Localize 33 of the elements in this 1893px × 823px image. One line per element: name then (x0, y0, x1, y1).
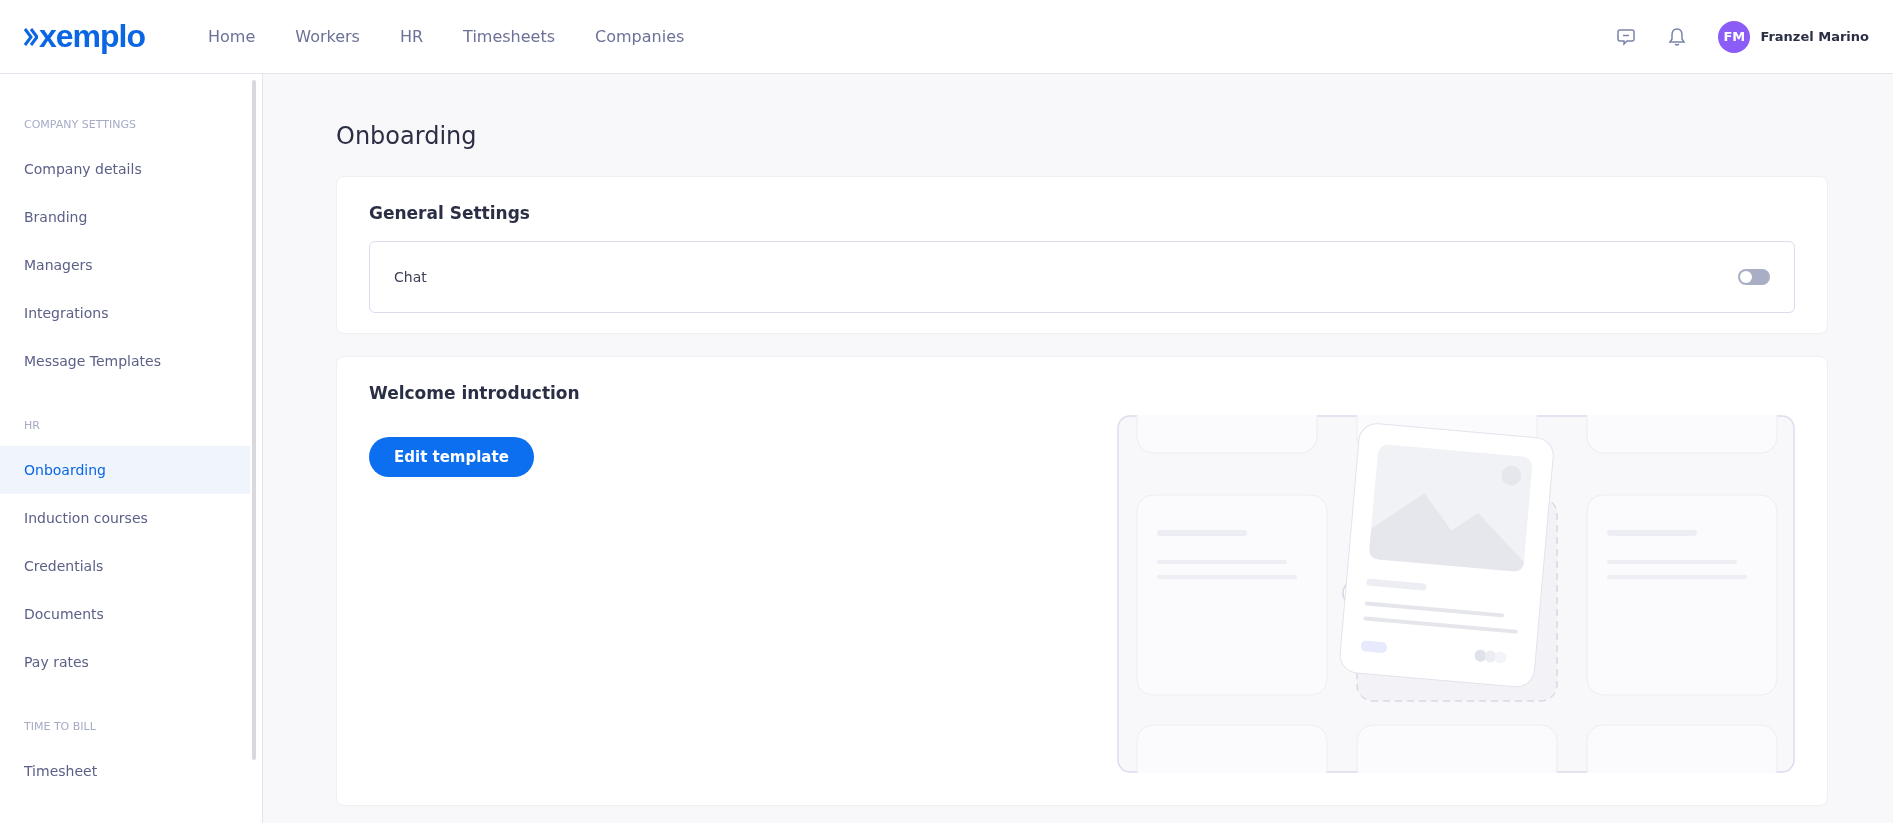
card-title: Welcome introduction (369, 383, 580, 403)
toggle-switch[interactable] (1738, 269, 1770, 285)
nav-link[interactable]: Companies (595, 27, 685, 46)
nav-link[interactable]: Home (208, 27, 256, 46)
section-heading: HR (23, 419, 41, 432)
scrollbar[interactable] (252, 80, 256, 760)
nav-link[interactable]: Timesheets (463, 27, 556, 46)
setting-label: Chat (394, 269, 427, 285)
user-avatar[interactable]: FM (1718, 20, 1751, 53)
nav-link[interactable]: Workers (295, 27, 360, 46)
sidebar-item[interactable]: Credentials (0, 542, 250, 590)
sidebar-item[interactable]: Documents (0, 590, 250, 638)
sidebar-item[interactable]: Onboarding (0, 446, 250, 494)
sidebar-item[interactable]: Branding (0, 193, 250, 241)
notification-bell-icon[interactable] (1668, 26, 1687, 47)
section-heading: TIME TO BILL (23, 720, 97, 733)
sidebar-item[interactable]: Pay rates (0, 638, 250, 686)
sidebar-item[interactable]: Company details (0, 145, 250, 193)
logo-chevron-icon (24, 26, 38, 47)
page-title: Onboarding (336, 122, 478, 150)
sidebar-item[interactable]: Timesheet (0, 747, 250, 795)
sidebar-item[interactable]: Induction courses (0, 494, 250, 542)
logo-text: xemplo (39, 18, 146, 55)
sidebar-item[interactable]: Managers (0, 241, 250, 289)
card-title: General Settings (369, 203, 531, 223)
sidebar-item[interactable]: Message Templates (0, 337, 250, 385)
nav-link[interactable]: HR (399, 27, 424, 46)
chat-icon[interactable] (1616, 26, 1637, 47)
edit-template-button[interactable]: Edit template (369, 437, 534, 477)
sidebar-item[interactable]: Integrations (0, 289, 250, 337)
section-heading: COMPANY SETTINGS (23, 118, 137, 131)
logo[interactable]: xemplo (24, 18, 208, 55)
user-name[interactable]: Franzel Marino (1760, 29, 1869, 44)
